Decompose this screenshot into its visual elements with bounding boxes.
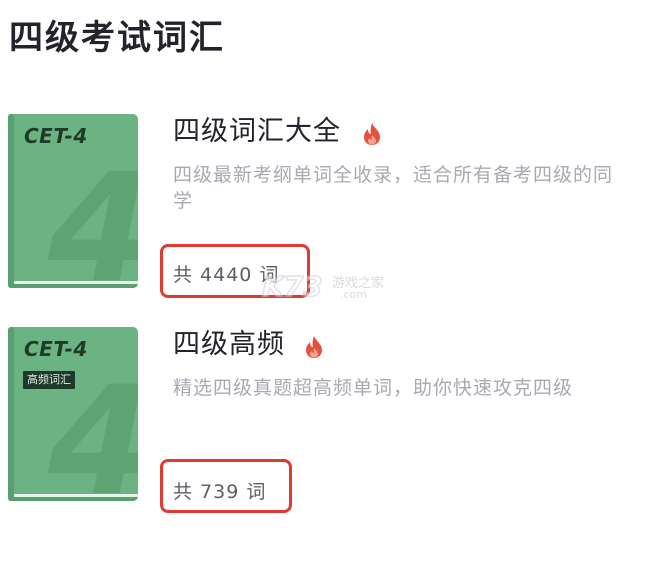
watermark: K73 游戏之家 .com bbox=[261, 269, 392, 304]
cover-bottom-edge bbox=[8, 497, 138, 501]
cover-spine bbox=[8, 327, 14, 501]
watermark-url: .com bbox=[340, 288, 367, 301]
watermark-logo: K73 bbox=[261, 269, 323, 304]
book-cover[interactable]: 4 CET-4 bbox=[8, 114, 138, 288]
book-cover[interactable]: 4 CET-4 高频词汇 bbox=[8, 327, 138, 501]
book-title[interactable]: 四级高频 bbox=[173, 327, 285, 363]
cover-bottom-edge bbox=[8, 284, 138, 288]
cover-spine bbox=[8, 114, 14, 288]
page-title: 四级考试词汇 bbox=[9, 18, 225, 58]
cover-label: CET-4 bbox=[24, 124, 88, 148]
book-title[interactable]: 四级词汇大全 bbox=[173, 114, 341, 150]
cover-tag: 高频词汇 bbox=[23, 371, 75, 389]
fire-icon bbox=[364, 123, 380, 145]
cover-label: CET-4 bbox=[24, 337, 88, 361]
cover-number: 4 bbox=[48, 154, 138, 288]
count-highlight-box bbox=[160, 459, 292, 513]
book-description: 精选四级真题超高频单词，助你快速攻克四级 bbox=[173, 377, 574, 399]
book-card-2[interactable]: 4 CET-4 高频词汇 四级高频 精选四级真题超高频单词，助你快速攻克四级 共… bbox=[0, 327, 650, 527]
book-description: 四级最新考纲单词全收录，适合所有备考四级的同学 bbox=[173, 164, 614, 212]
fire-icon bbox=[306, 336, 322, 358]
